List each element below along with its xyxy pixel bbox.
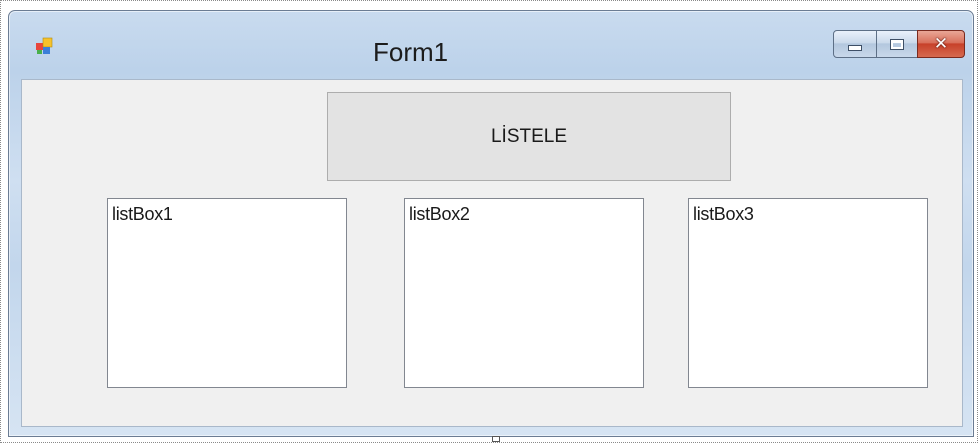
close-button[interactable]: ✕ — [917, 30, 965, 58]
list-box-2-label: listBox2 — [409, 204, 470, 224]
minimize-icon — [848, 45, 862, 51]
resize-handle[interactable] — [492, 436, 500, 442]
list-box-3[interactable]: listBox3 — [688, 198, 928, 388]
window-title: Form1 — [373, 37, 449, 67]
caption-buttons: ✕ — [833, 30, 965, 58]
maximize-button[interactable] — [876, 30, 918, 58]
title-bar[interactable]: Form1 ✕ — [9, 11, 973, 77]
list-box-3-label: listBox3 — [693, 204, 754, 224]
list-box-2[interactable]: listBox2 — [404, 198, 644, 388]
minimize-button[interactable] — [833, 30, 877, 58]
listele-button[interactable]: LİSTELE — [327, 92, 731, 181]
list-box-1-label: listBox1 — [112, 204, 173, 224]
form-window: Form1 ✕ LİSTELE listBox1 listBox2 listBo… — [8, 10, 974, 437]
form-client-area: LİSTELE listBox1 listBox2 listBox3 — [21, 79, 963, 427]
form-app-icon — [36, 37, 53, 54]
list-box-1[interactable]: listBox1 — [107, 198, 347, 388]
maximize-icon — [890, 38, 904, 50]
close-icon: ✕ — [933, 33, 949, 54]
